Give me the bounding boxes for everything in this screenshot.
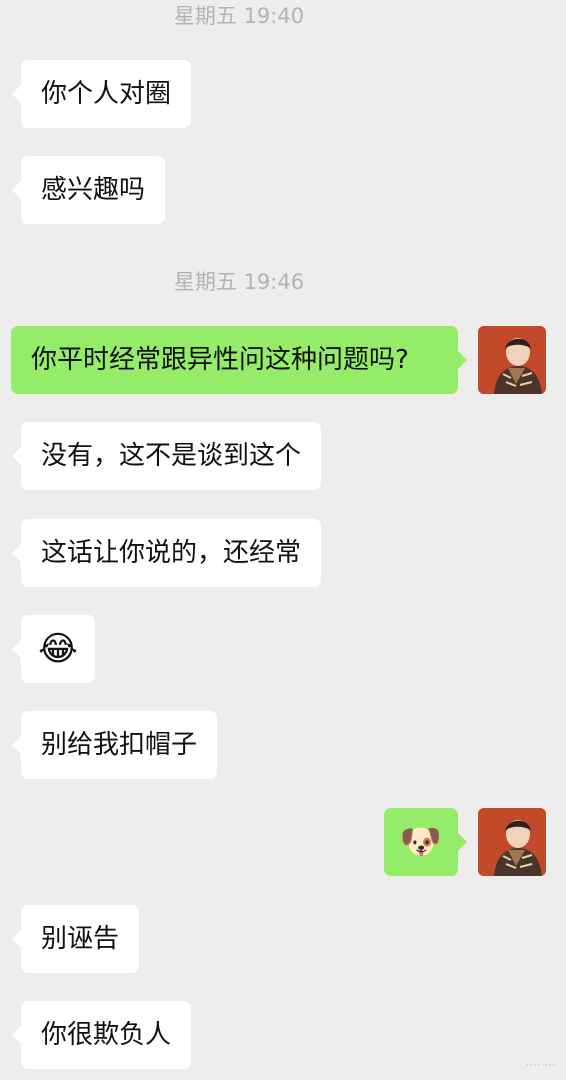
user-avatar-icon[interactable]	[478, 326, 546, 394]
message-text: 你个人对圈	[41, 79, 172, 109]
message-text: 别诬告	[41, 924, 120, 954]
message-bubble-received[interactable]: 你很欺负人	[11, 1001, 192, 1069]
message-bubble-received[interactable]: 没有，这不是谈到这个	[11, 422, 322, 490]
message-text: 没有，这不是谈到这个	[41, 441, 302, 471]
message-bubble-received[interactable]: 😂	[12, 615, 95, 683]
message-text: 你平时经常跟异性问这种问题吗?	[31, 345, 409, 375]
message-bubble-sent[interactable]: 🐶	[384, 808, 467, 876]
message-text: 你很欺负人	[41, 1020, 172, 1050]
doge-emoji-icon: 🐶	[399, 822, 443, 862]
user-avatar-icon[interactable]	[478, 808, 546, 876]
message-bubble-received[interactable]: 感兴趣吗	[11, 156, 166, 224]
message-bubble-sent[interactable]: 你平时经常跟异性问这种问题吗?	[11, 326, 467, 394]
person-photo-icon	[478, 326, 546, 394]
message-text: 感兴趣吗	[41, 175, 146, 205]
message-text: 这话让你说的，还经常	[41, 538, 302, 568]
message-bubble-received[interactable]: 你个人对圈	[11, 60, 192, 128]
message-bubble-received[interactable]: 别诬告	[11, 905, 140, 973]
message-bubble-received[interactable]: 这话让你说的，还经常	[11, 519, 322, 587]
timestamp: 星期五 19:46	[173, 270, 305, 294]
laughing-emoji-icon: 😂	[38, 629, 78, 669]
person-photo-icon	[478, 808, 546, 876]
message-text: 别给我扣帽子	[41, 730, 198, 760]
watermark: ········	[525, 1058, 556, 1072]
message-bubble-received[interactable]: 别给我扣帽子	[11, 711, 218, 779]
timestamp: 星期五 19:40	[173, 4, 305, 28]
